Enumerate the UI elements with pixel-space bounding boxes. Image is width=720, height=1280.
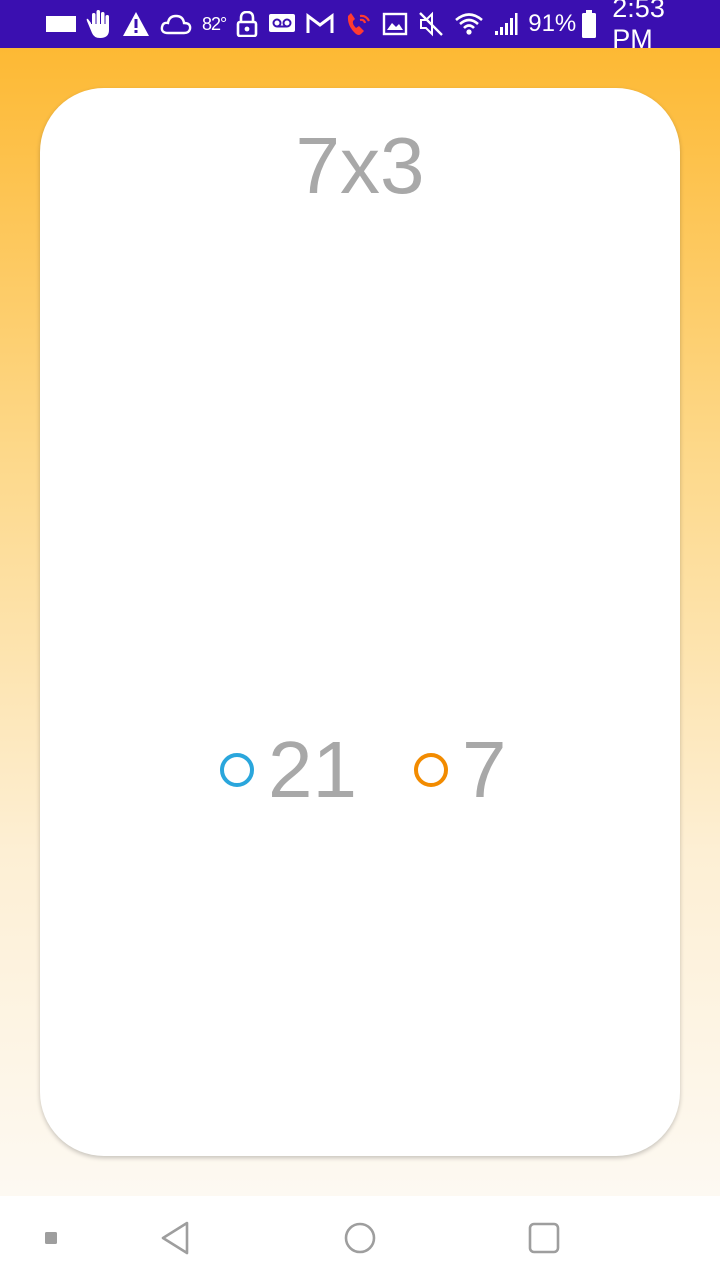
status-bar: 82° 91% 2:53 PM <box>0 0 720 54</box>
gmail-icon <box>306 0 334 48</box>
answer-option-1[interactable]: 21 <box>220 730 357 810</box>
question-text: 7x3 <box>295 121 425 210</box>
image-icon <box>382 0 408 48</box>
battery-icon <box>582 0 597 48</box>
voicemail-icon <box>268 0 296 48</box>
signal-icon <box>494 0 518 48</box>
answer-option-2[interactable]: 7 <box>414 730 507 810</box>
cloud-icon <box>160 0 192 48</box>
radio-circle-icon[interactable] <box>414 753 448 787</box>
navigation-bar <box>0 1196 720 1280</box>
status-right-group: 91% 2:53 PM <box>418 0 708 55</box>
radio-circle-icon[interactable] <box>220 753 254 787</box>
clock-text: 2:53 PM <box>612 0 665 54</box>
wifi-calling-icon <box>344 0 372 48</box>
back-button[interactable] <box>150 1196 200 1280</box>
menu-dot-button[interactable] <box>36 1196 66 1280</box>
hand-icon <box>86 0 112 48</box>
main-background: 7x3 21 7 <box>0 48 720 1196</box>
quiz-card: 7x3 21 7 <box>40 88 680 1156</box>
wifi-icon <box>454 0 484 48</box>
answer-option-label: 21 <box>268 725 357 814</box>
recents-button[interactable] <box>518 1196 570 1280</box>
answer-option-label: 7 <box>462 725 507 814</box>
menu-dot-icon <box>45 1232 57 1244</box>
home-icon <box>344 1222 376 1254</box>
home-button[interactable] <box>334 1196 386 1280</box>
screen: 82° 91% 2:53 PM 7x3 21 7 <box>0 0 720 1280</box>
mute-icon <box>418 0 444 48</box>
battery-percent-text: 91% <box>528 10 577 37</box>
recents-icon <box>528 1222 560 1254</box>
warning-icon <box>122 0 150 48</box>
temperature-text: 82° <box>202 13 227 34</box>
back-icon <box>161 1221 189 1255</box>
lock-icon <box>236 0 258 48</box>
window-icon <box>46 0 76 48</box>
